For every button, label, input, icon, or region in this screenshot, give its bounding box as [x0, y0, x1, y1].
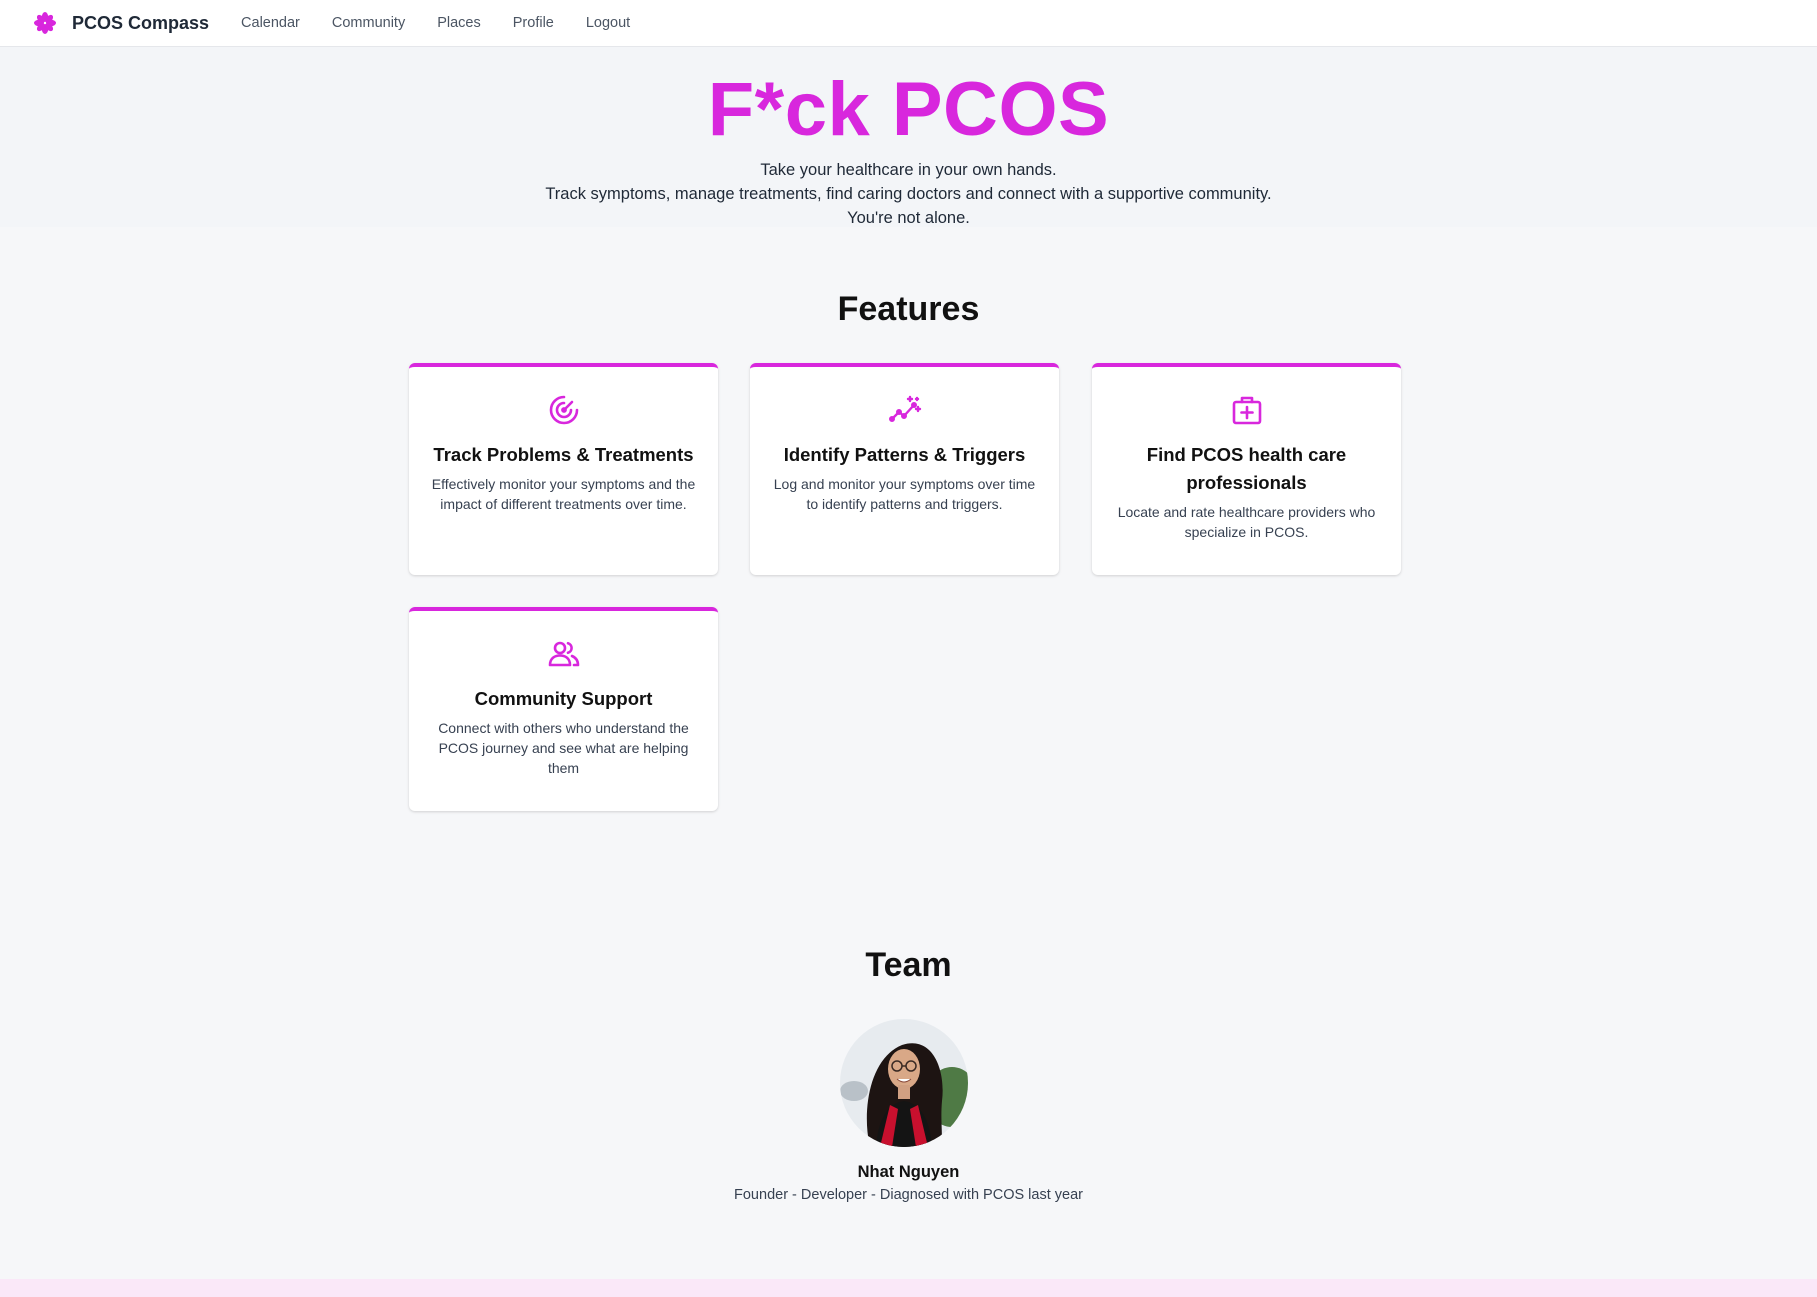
nav-link-places[interactable]: Places [437, 15, 481, 31]
sparkle-trend-icon [888, 395, 921, 423]
avatar [840, 1019, 968, 1147]
feature-description: Connect with others who understand the P… [438, 720, 689, 776]
team-member-role: Founder - Developer - Diagnosed with PCO… [734, 1187, 1083, 1203]
nav-link-logout[interactable]: Logout [586, 15, 630, 31]
nav-link-community[interactable]: Community [332, 15, 405, 31]
hero-tagline: Take your healthcare in your own hands. [760, 161, 1057, 179]
nav-link-profile[interactable]: Profile [513, 15, 554, 31]
hero-description: Track symptoms, manage treatments, find … [545, 185, 1272, 203]
feature-title: Community Support [474, 688, 653, 709]
feature-card-track: Track Problems & Treatments Effectively … [409, 363, 718, 575]
feature-title: Track Problems & Treatments [433, 444, 694, 465]
nav-links: Calendar Community Places Profile Logout [241, 15, 662, 31]
feature-description: Effectively monitor your symptoms and th… [431, 476, 696, 512]
medical-kit-icon [1232, 396, 1261, 425]
footer [0, 1279, 1817, 1297]
brand-name: PCOS Compass [72, 12, 210, 33]
hero-section: F*ck PCOS Take your healthcare in your o… [0, 47, 1817, 228]
users-icon [548, 641, 579, 667]
feature-title: Find PCOS health care professionals [1146, 444, 1347, 493]
hero-closing: You're not alone. [847, 209, 970, 227]
feature-card-professionals: Find PCOS health care professionals Loca… [1092, 363, 1401, 575]
feature-title: Identify Patterns & Triggers [783, 444, 1026, 465]
nav-link-calendar[interactable]: Calendar [241, 15, 300, 31]
brand-link[interactable]: PCOS Compass [33, 11, 209, 35]
hero-title: F*ck PCOS [707, 67, 1110, 152]
features-heading: Features [837, 290, 980, 328]
feature-card-community: Community Support Connect with others wh… [409, 607, 718, 811]
team-member-name: Nhat Nguyen [857, 1163, 960, 1181]
target-icon [549, 395, 578, 425]
feature-description: Log and monitor your symptoms over time … [773, 476, 1036, 512]
feature-description: Locate and rate healthcare providers who… [1117, 504, 1376, 540]
feature-card-patterns: Identify Patterns & Triggers Log and mon… [750, 363, 1059, 575]
top-navbar: PCOS Compass Calendar Community Places P… [0, 0, 1817, 47]
asterisk-flower-icon [33, 11, 57, 35]
team-heading: Team [865, 946, 952, 984]
